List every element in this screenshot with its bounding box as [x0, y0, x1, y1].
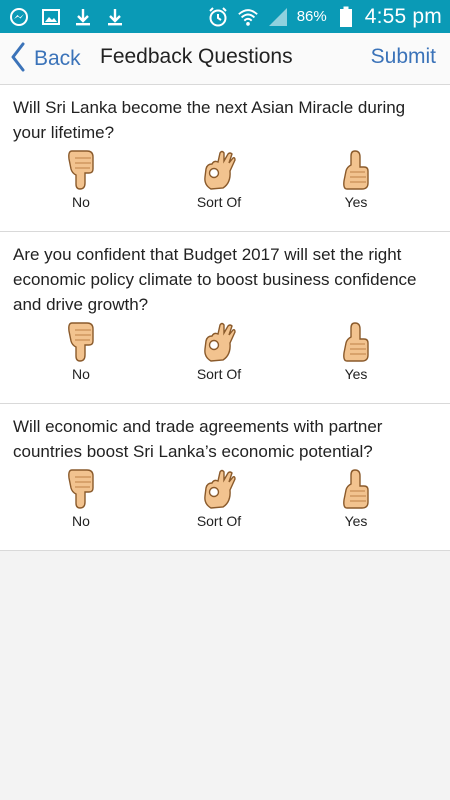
answer-options: No Sort Of Yes — [13, 145, 438, 231]
answer-label: Sort Of — [196, 366, 242, 382]
answer-sort-of-button[interactable]: Sort Of — [174, 468, 264, 529]
page-title: Feedback Questions — [100, 45, 293, 68]
status-time: 4:55 pm — [364, 4, 442, 28]
question-text: Will Sri Lanka become the next Asian Mir… — [13, 98, 406, 142]
gallery-icon — [40, 6, 62, 28]
thumbs-up-icon — [343, 469, 369, 509]
ok-hand-icon — [204, 150, 236, 190]
signal-icon — [267, 6, 289, 28]
question-card: Will Sri Lanka become the next Asian Mir… — [0, 85, 450, 232]
question-text: Will economic and trade agreements with … — [13, 417, 383, 461]
answer-yes-button[interactable]: Yes — [311, 149, 401, 210]
thumbs-down-icon — [68, 322, 94, 362]
answer-no-button[interactable]: No — [36, 149, 126, 210]
thumbs-down-icon — [68, 469, 94, 509]
chevron-left-icon — [10, 42, 26, 77]
answer-label: Sort Of — [196, 513, 242, 529]
answer-sort-of-button[interactable]: Sort Of — [174, 321, 264, 382]
answer-label: Yes — [344, 366, 368, 382]
question-list: Will Sri Lanka become the next Asian Mir… — [0, 85, 450, 551]
answer-yes-button[interactable]: Yes — [311, 468, 401, 529]
answer-no-button[interactable]: No — [36, 468, 126, 529]
ok-hand-icon — [204, 469, 236, 509]
alarm-icon — [207, 6, 229, 28]
wifi-icon — [237, 6, 259, 28]
thumbs-up-icon — [343, 150, 369, 190]
question-text: Are you confident that Budget 2017 will … — [13, 245, 417, 314]
thumbs-up-icon — [343, 322, 369, 362]
battery-icon — [335, 6, 357, 28]
answer-options: No Sort Of Yes — [13, 464, 438, 550]
answer-options: No Sort Of Yes — [13, 317, 438, 403]
answer-yes-button[interactable]: Yes — [311, 321, 401, 382]
answer-label: No — [72, 366, 90, 382]
answer-label: Yes — [344, 194, 368, 210]
messenger-icon — [8, 6, 30, 28]
answer-sort-of-button[interactable]: Sort Of — [174, 149, 264, 210]
answer-label: Sort Of — [196, 194, 242, 210]
navigation-bar: Back Feedback Questions Submit — [0, 33, 450, 85]
answer-label: Yes — [344, 513, 368, 529]
question-card: Are you confident that Budget 2017 will … — [0, 232, 450, 404]
answer-label: No — [72, 194, 90, 210]
answer-no-button[interactable]: No — [36, 321, 126, 382]
thumbs-down-icon — [68, 150, 94, 190]
submit-button[interactable]: Submit — [371, 45, 436, 69]
status-bar: 86% 4:55 pm — [0, 0, 450, 33]
ok-hand-icon — [204, 322, 236, 362]
question-card: Will economic and trade agreements with … — [0, 404, 450, 551]
back-label: Back — [34, 47, 81, 70]
answer-label: No — [72, 513, 90, 529]
battery-percent: 86% — [296, 8, 327, 25]
download-icon — [104, 6, 126, 28]
download-icon — [72, 6, 94, 28]
back-button[interactable]: Back — [10, 41, 81, 77]
